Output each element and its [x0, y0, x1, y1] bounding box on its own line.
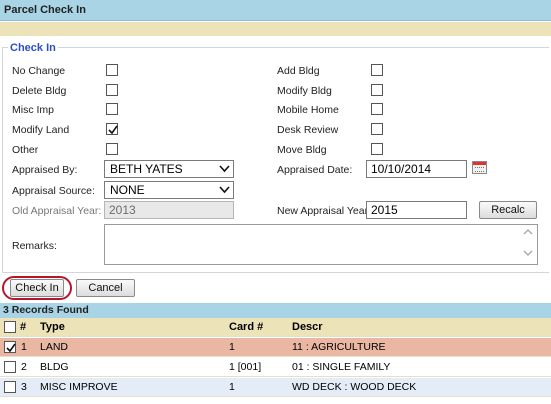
row-num: 2 [21, 361, 27, 373]
table-row[interactable]: 2 BLDG 1 [001] 01 : SINGLE FAMILY [0, 358, 551, 377]
toolbar-strip [0, 22, 551, 36]
check-in-legend: Check In [8, 42, 58, 54]
appraised-by-select[interactable]: BETH YATES [104, 160, 234, 178]
chevron-down-icon [219, 186, 230, 194]
header-num: # [20, 321, 27, 333]
check-in-highlight-annotation [2, 276, 72, 300]
row-num: 1 [21, 341, 27, 353]
no-change-label: No Change [12, 65, 66, 77]
row-checkbox[interactable] [4, 381, 16, 393]
row-descr: 01 : SINGLE FAMILY [292, 361, 391, 373]
appraised-by-label: Appraised By: [12, 164, 78, 176]
table-header-row: # Type Card # Descr [0, 318, 551, 337]
other-label: Other [12, 144, 39, 156]
delete-bldg-checkbox[interactable] [106, 84, 118, 96]
records-found-bar: 3 Records Found [0, 303, 551, 318]
header-descr[interactable]: Descr [292, 321, 323, 333]
row-card: 1 [229, 341, 235, 353]
new-appraisal-year-field[interactable]: 2015 [366, 201, 467, 219]
row-checkbox[interactable] [4, 361, 16, 373]
modify-bldg-label: Modify Bldg [277, 85, 332, 97]
new-appraisal-year-label: New Appraisal Year: [277, 205, 371, 217]
add-bldg-checkbox[interactable] [371, 64, 383, 76]
move-bldg-label: Move Bldg [277, 144, 327, 156]
panel-title-bar: Parcel Check In [0, 0, 551, 21]
panel-title: Parcel Check In [4, 4, 86, 16]
misc-imp-label: Misc Imp [12, 104, 54, 116]
modify-land-label: Modify Land [12, 124, 70, 136]
row-type: MISC IMPROVE [40, 381, 118, 393]
row-card: 1 [001] [229, 361, 262, 373]
select-all-checkbox[interactable] [4, 321, 16, 333]
scroll-up-icon[interactable] [523, 228, 533, 236]
add-bldg-label: Add Bldg [277, 65, 320, 77]
appraised-by-value: BETH YATES [110, 162, 183, 176]
appraisal-source-label: Appraisal Source: [12, 185, 95, 197]
cancel-button[interactable]: Cancel [76, 279, 135, 297]
modify-bldg-checkbox[interactable] [371, 84, 383, 96]
other-checkbox[interactable] [106, 143, 118, 155]
old-appraisal-year-field: 2013 [104, 201, 234, 219]
records-found-text: 3 Records Found [3, 304, 89, 316]
row-card: 1 [229, 381, 235, 393]
recalc-button[interactable]: Recalc [479, 201, 537, 219]
remarks-textarea[interactable] [104, 224, 538, 265]
appraised-date-field[interactable]: 10/10/2014 [366, 160, 467, 178]
modify-land-checkbox[interactable] [106, 123, 118, 135]
mobile-home-checkbox[interactable] [371, 103, 383, 115]
desk-review-checkbox[interactable] [371, 123, 383, 135]
move-bldg-checkbox[interactable] [371, 143, 383, 155]
checkmark-icon [6, 343, 16, 353]
header-type[interactable]: Type [40, 321, 65, 333]
mobile-home-label: Mobile Home [277, 104, 339, 116]
row-descr: 11 : AGRICULTURE [292, 341, 386, 353]
table-row[interactable]: 3 MISC IMPROVE 1 WD DECK : WOOD DECK [0, 378, 551, 397]
row-type: BLDG [40, 361, 69, 373]
calendar-icon[interactable] [472, 161, 487, 174]
chevron-down-icon [219, 165, 230, 173]
appraisal-source-value: NONE [110, 183, 145, 197]
scroll-down-icon[interactable] [523, 249, 533, 257]
row-checkbox[interactable] [4, 341, 16, 353]
checkmark-icon [108, 125, 118, 135]
misc-imp-checkbox[interactable] [106, 103, 118, 115]
no-change-checkbox[interactable] [106, 64, 118, 76]
row-descr: WD DECK : WOOD DECK [292, 381, 417, 393]
remarks-label: Remarks: [12, 240, 57, 252]
desk-review-label: Desk Review [277, 124, 339, 136]
delete-bldg-label: Delete Bldg [12, 85, 67, 97]
row-num: 3 [21, 381, 27, 393]
table-row[interactable]: 1 LAND 1 11 : AGRICULTURE [0, 338, 551, 357]
old-appraisal-year-label: Old Appraisal Year: [12, 205, 102, 217]
appraisal-source-select[interactable]: NONE [104, 181, 234, 199]
row-type: LAND [40, 341, 69, 353]
header-card[interactable]: Card # [229, 321, 263, 333]
appraised-date-label: Appraised Date: [277, 164, 353, 176]
